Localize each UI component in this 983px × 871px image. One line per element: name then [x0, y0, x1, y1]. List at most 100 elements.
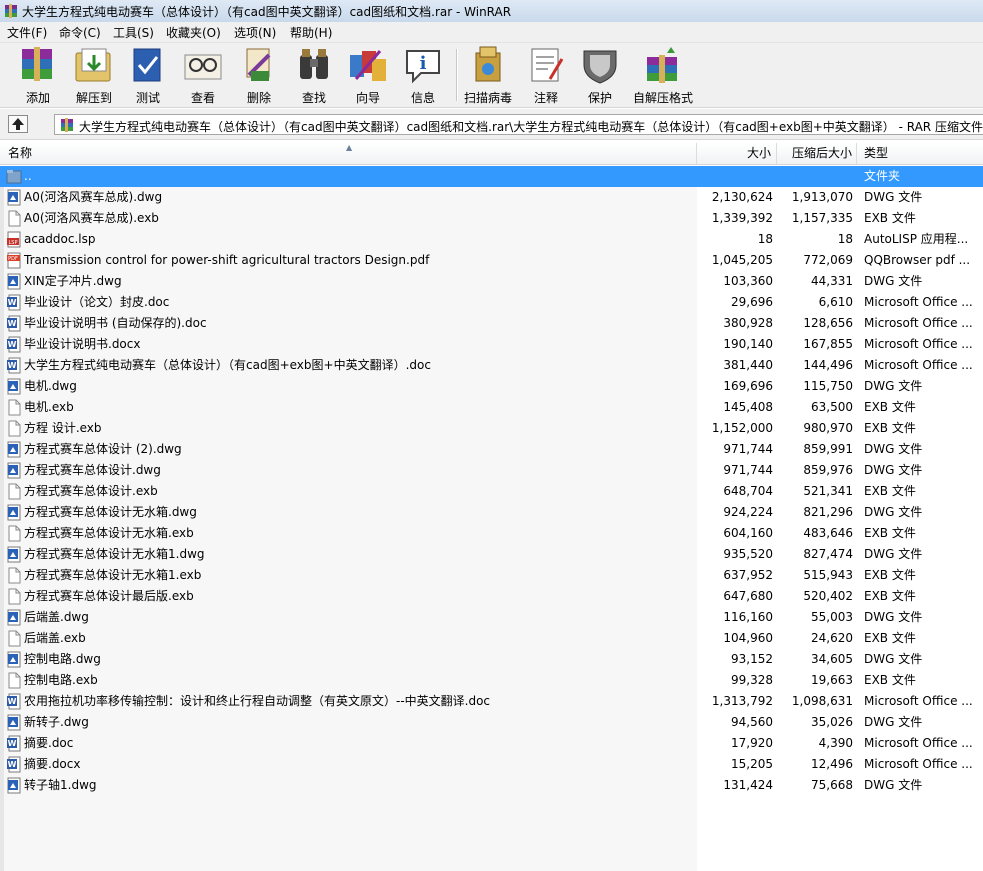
dwg-file-icon [6, 609, 22, 626]
file-packed-size: 520,402 [803, 589, 853, 603]
dwg-file-icon [6, 189, 22, 206]
file-name: 控制电路.exb [24, 673, 98, 687]
file-row[interactable]: 新转子.dwg 94,560 35,026 DWG 文件 [0, 712, 983, 733]
file-row[interactable]: 方程式赛车总体设计无水箱.dwg 924,224 821,296 DWG 文件 [0, 502, 983, 523]
extract-to-button[interactable]: 解压到 [70, 45, 118, 105]
file-row[interactable]: 方程式赛车总体设计.dwg 971,744 859,976 DWG 文件 [0, 460, 983, 481]
file-type: Microsoft Office ... [864, 295, 973, 309]
file-type: EXB 文件 [864, 673, 916, 687]
file-row[interactable]: 转子轴1.dwg 131,424 75,668 DWG 文件 [0, 775, 983, 796]
file-row[interactable]: PDF Transmission control for power-shift … [0, 250, 983, 271]
svg-text:W: W [8, 697, 17, 706]
sfx-icon [647, 47, 677, 83]
find-button[interactable]: 查找 [290, 45, 338, 105]
file-name: 毕业设计说明书.docx [24, 337, 141, 351]
file-packed-size: 6,610 [818, 295, 853, 309]
file-packed-size: 18 [837, 232, 853, 246]
menu-file[interactable]: 文件(F) [4, 24, 50, 41]
word-document-icon: W [6, 294, 22, 311]
file-packed-size: 75,668 [811, 778, 853, 792]
generic-file-icon [6, 210, 22, 227]
file-row[interactable]: LSP acaddoc.lsp 18 18 AutoLISP 应用程... [0, 229, 983, 250]
file-row[interactable]: 方程式赛车总体设计无水箱.exb 604,160 483,646 EXB 文件 [0, 523, 983, 544]
window-title: 大学生方程式纯电动赛车（总体设计）（有cad图中英文翻译）cad图纸和文档.ra… [22, 5, 512, 19]
file-type: Microsoft Office ... [864, 757, 973, 771]
file-row[interactable]: A0(河洛风赛车总成).dwg 2,130,624 1,913,070 DWG 文件 [0, 187, 983, 208]
virus-scan-icon [475, 46, 501, 82]
protect-button[interactable]: 保护 [576, 45, 624, 105]
file-type: DWG 文件 [864, 778, 923, 792]
svg-text:W: W [8, 739, 17, 748]
info-button[interactable]: i 信息 [399, 45, 447, 105]
svg-text:LSP: LSP [9, 240, 18, 246]
menu-options[interactable]: 选项(N) [231, 24, 279, 41]
file-row[interactable]: W 毕业设计说明书 (自动保存的).doc 380,928 128,656 Micros… [0, 313, 983, 334]
generic-file-icon [6, 399, 22, 416]
file-row[interactable]: W 毕业设计说明书.docx 190,140 167,855 Microsoft Off… [0, 334, 983, 355]
file-row[interactable]: 控制电路.dwg 93,152 34,605 DWG 文件 [0, 649, 983, 670]
rar-archive-icon [61, 118, 73, 132]
dwg-file-icon [6, 462, 22, 479]
file-packed-size: 63,500 [811, 400, 853, 414]
file-row[interactable]: 控制电路.exb 99,328 19,663 EXB 文件 [0, 670, 983, 691]
menu-bar: 文件(F) 命令(C) 工具(S) 收藏夹(O) 选项(N) 帮助(H) [0, 22, 983, 42]
menu-favorites[interactable]: 收藏夹(O) [163, 24, 224, 41]
column-header-size[interactable]: 大小 [697, 143, 777, 164]
dwg-file-icon [6, 651, 22, 668]
file-row[interactable]: 后端盖.exb 104,960 24,620 EXB 文件 [0, 628, 983, 649]
menu-tools[interactable]: 工具(S) [110, 24, 157, 41]
file-size: 1,339,392 [711, 211, 773, 225]
address-path-field[interactable]: 大学生方程式纯电动赛车（总体设计）（有cad图中英文翻译）cad图纸和文档.ra… [54, 114, 983, 135]
file-row[interactable]: W 摘要.doc 17,920 4,390 Microsoft Office ... [0, 733, 983, 754]
svg-text:i: i [420, 53, 427, 74]
sfx-button[interactable]: 自解压格式 [631, 45, 695, 105]
up-folder-button[interactable] [8, 115, 28, 133]
file-type: EXB 文件 [864, 484, 916, 498]
comment-button[interactable]: 注释 [522, 45, 570, 105]
generic-file-icon [6, 672, 22, 689]
file-name: 电机.dwg [24, 379, 77, 393]
file-row[interactable]: W 大学生方程式纯电动赛车（总体设计）（有cad图+exb图+中英文翻译）.doc… [0, 355, 983, 376]
file-row[interactable]: W 摘要.docx 15,205 12,496 Microsoft Office ... [0, 754, 983, 775]
file-type: DWG 文件 [864, 610, 923, 624]
file-row[interactable]: W 农用拖拉机功率移传输控制：设计和终止行程自动调整（有英文原文）--中英文翻译.… [0, 691, 983, 712]
comment-icon [531, 48, 564, 82]
file-row[interactable]: 方程式赛车总体设计无水箱1.dwg 935,520 827,474 DWG 文件 [0, 544, 983, 565]
test-button[interactable]: 测试 [124, 45, 172, 105]
wizard-button[interactable]: 向导 [344, 45, 392, 105]
menu-help[interactable]: 帮助(H) [287, 24, 335, 41]
file-name: 摘要.docx [24, 757, 81, 771]
file-row[interactable]: 方程 设计.exb 1,152,000 980,970 EXB 文件 [0, 418, 983, 439]
address-bar: 大学生方程式纯电动赛车（总体设计）（有cad图中英文翻译）cad图纸和文档.ra… [0, 109, 983, 140]
file-size: 131,424 [723, 778, 773, 792]
file-row[interactable]: 后端盖.dwg 116,160 55,003 DWG 文件 [0, 607, 983, 628]
file-type: DWG 文件 [864, 379, 923, 393]
file-row[interactable]: 电机.dwg 169,696 115,750 DWG 文件 [0, 376, 983, 397]
column-header-packed[interactable]: 压缩后大小 [777, 143, 857, 164]
parent-folder-row[interactable]: .. 文件夹 [0, 166, 983, 187]
sort-ascending-icon: ▲ [346, 143, 353, 152]
file-row[interactable]: 方程式赛车总体设计 (2).dwg 971,744 859,991 DWG 文件 [0, 439, 983, 460]
add-button[interactable]: 添加 [14, 45, 62, 105]
file-name: A0(河洛风赛车总成).exb [24, 211, 159, 225]
view-button[interactable]: 查看 [179, 45, 227, 105]
menu-commands[interactable]: 命令(C) [56, 24, 104, 41]
delete-button[interactable]: 删除 [235, 45, 283, 105]
file-row[interactable]: 电机.exb 145,408 63,500 EXB 文件 [0, 397, 983, 418]
dwg-file-icon [6, 504, 22, 521]
file-type: EXB 文件 [864, 589, 916, 603]
file-row[interactable]: 方程式赛车总体设计.exb 648,704 521,341 EXB 文件 [0, 481, 983, 502]
file-row[interactable]: 方程式赛车总体设计无水箱1.exb 637,952 515,943 EXB 文件 [0, 565, 983, 586]
file-row[interactable]: A0(河洛风赛车总成).exb 1,339,392 1,157,335 EXB 文件 [0, 208, 983, 229]
file-size: 637,952 [723, 568, 773, 582]
winrar-app-icon[interactable] [3, 3, 19, 19]
column-header-type[interactable]: 类型 [857, 143, 983, 164]
file-type: DWG 文件 [864, 505, 923, 519]
virus-scan-button[interactable]: 扫描病毒 [461, 45, 515, 105]
file-row[interactable]: 方程式赛车总体设计最后版.exb 647,680 520,402 EXB 文件 [0, 586, 983, 607]
file-row[interactable]: XIN定子冲片.dwg 103,360 44,331 DWG 文件 [0, 271, 983, 292]
delete-icon [246, 48, 271, 81]
file-row[interactable]: W 毕业设计（论文）封皮.doc 29,696 6,610 Microsoft Offi… [0, 292, 983, 313]
dwg-file-icon [6, 273, 22, 290]
file-type: Microsoft Office ... [864, 316, 973, 330]
